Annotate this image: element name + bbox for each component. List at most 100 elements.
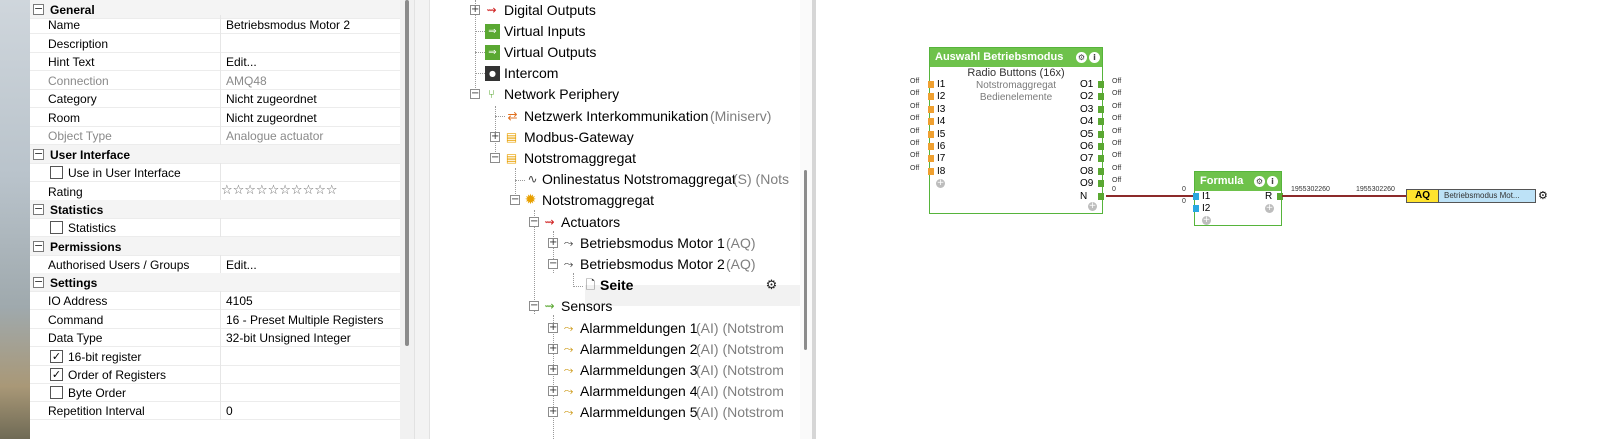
scrollbar-thumb[interactable] <box>804 170 807 350</box>
input-pin-marker[interactable] <box>928 105 934 113</box>
database-icon: ▤ <box>505 151 518 165</box>
prop-row-hint[interactable]: Hint Text Edit... <box>30 52 400 71</box>
add-input-icon[interactable]: + <box>936 179 945 188</box>
add-input-icon[interactable]: + <box>1202 216 1211 225</box>
input-pin-marker[interactable] <box>928 118 934 126</box>
section-permissions[interactable]: − Permissions <box>30 237 400 256</box>
output-pin-marker[interactable] <box>1098 180 1104 188</box>
prop-value[interactable]: 32-bit Unsigned Integer <box>226 331 351 345</box>
use-in-ui-checkbox[interactable] <box>50 166 63 179</box>
output-pin-marker[interactable] <box>1098 130 1104 138</box>
prop-value[interactable]: 16 - Preset Multiple Registers <box>226 313 383 327</box>
expand-icon[interactable]: + <box>470 5 480 15</box>
radio-buttons-block[interactable]: Auswahl Betriebsmodus ⚙ i Radio Buttons … <box>928 47 1104 214</box>
input-pin-marker[interactable] <box>928 81 934 88</box>
collapse-icon[interactable]: − <box>510 195 520 205</box>
tree-sublabel: (AI) (Notstrom <box>696 383 784 399</box>
gear-icon[interactable]: ⚙ <box>1076 52 1087 63</box>
prop-row-repetition-interval[interactable]: Repetition Interval 0 <box>30 401 400 420</box>
prop-value[interactable]: Nicht zugeordnet <box>226 111 317 125</box>
prop-row-use-in-ui[interactable]: Use in User Interface <box>30 163 400 182</box>
gear-icon[interactable]: ⚙ <box>1254 176 1265 187</box>
prop-row-byte-order[interactable]: Byte Order <box>30 383 400 402</box>
expand-icon[interactable]: + <box>548 386 558 396</box>
collapse-icon[interactable]: − <box>548 259 558 269</box>
output-pin-marker[interactable] <box>1098 192 1104 200</box>
prop-row-io-address[interactable]: IO Address 4105 <box>30 291 400 310</box>
collapse-icon[interactable]: − <box>33 240 44 252</box>
output-pin-marker[interactable] <box>1098 93 1104 101</box>
prop-row-name[interactable]: Name Betriebsmodus Motor 2 <box>30 15 400 34</box>
info-icon[interactable]: i <box>1267 176 1278 187</box>
expand-icon[interactable]: + <box>548 344 558 354</box>
prop-row-room[interactable]: Room Nicht zugeordnet <box>30 108 400 127</box>
collapse-icon[interactable]: − <box>33 203 44 215</box>
prop-value[interactable]: Edit... <box>226 258 257 272</box>
prop-label: Order of Registers <box>68 368 167 382</box>
prop-row-order-of-registers[interactable]: ✓ Order of Registers <box>30 365 400 384</box>
output-pin-marker[interactable] <box>1098 167 1104 175</box>
statistics-checkbox[interactable] <box>50 221 63 234</box>
tree-scrollbar[interactable] <box>800 0 812 439</box>
expand-icon[interactable]: + <box>548 365 558 375</box>
gear-icon[interactable]: ⚙ <box>764 278 779 293</box>
output-pin-marker[interactable] <box>1098 155 1104 163</box>
prop-row-statistics[interactable]: Statistics <box>30 218 400 237</box>
output-pin-marker[interactable] <box>1098 81 1104 88</box>
section-user-interface[interactable]: − User Interface <box>30 145 400 164</box>
input-pin-marker[interactable] <box>928 167 934 175</box>
prop-value[interactable]: 4105 <box>226 294 253 308</box>
expand-icon[interactable]: + <box>490 132 500 142</box>
expand-icon[interactable]: + <box>548 407 558 417</box>
gear-icon[interactable]: ⚙ <box>1538 189 1550 203</box>
properties-scrollbar[interactable] <box>400 0 414 439</box>
add-output-icon[interactable]: + <box>1088 202 1097 211</box>
byte-order-checkbox[interactable] <box>50 386 63 399</box>
scrollbar-thumb[interactable] <box>405 0 409 346</box>
order-of-registers-checkbox[interactable]: ✓ <box>50 368 63 381</box>
16bit-register-checkbox[interactable]: ✓ <box>50 350 63 363</box>
analog-output-block[interactable]: AQ Betriebsmodus Mot... <box>1406 189 1536 203</box>
properties-panel: − General Name Betriebsmodus Motor 2 Des… <box>30 0 400 439</box>
prop-row-16bit-register[interactable]: ✓ 16-bit register <box>30 347 400 366</box>
collapse-icon[interactable]: − <box>470 89 480 99</box>
prop-value[interactable]: 0 <box>226 404 233 418</box>
info-icon[interactable]: i <box>1089 52 1100 63</box>
input-pin-marker[interactable] <box>1193 193 1199 200</box>
output-pin-marker[interactable] <box>1098 143 1104 150</box>
add-output-icon[interactable]: + <box>1265 204 1274 213</box>
prop-value[interactable]: Nicht zugeordnet <box>226 92 317 106</box>
input-pin-marker[interactable] <box>1193 205 1199 212</box>
collapse-icon[interactable]: − <box>529 217 539 227</box>
prop-value[interactable]: Betriebsmodus Motor 2 <box>226 18 350 32</box>
connection-wire[interactable] <box>1282 195 1406 197</box>
collapse-icon[interactable]: − <box>529 301 539 311</box>
formula-block[interactable]: Formula ⚙ i I1 I2 + R + <box>1193 171 1283 226</box>
collapse-icon[interactable]: − <box>490 153 500 163</box>
pin-label: I1 <box>937 79 946 90</box>
rating-stars-icon[interactable]: ☆☆☆☆☆☆☆☆☆☆ <box>221 183 338 198</box>
logic-canvas[interactable]: Auswahl Betriebsmodus ⚙ i Radio Buttons … <box>816 0 1623 439</box>
collapse-icon[interactable]: − <box>33 3 44 15</box>
collapse-icon[interactable]: − <box>33 276 44 288</box>
prop-row-command[interactable]: Command 16 - Preset Multiple Registers <box>30 310 400 329</box>
analog-output-icon: ⤳ <box>563 236 574 250</box>
input-pin-marker[interactable] <box>928 155 934 163</box>
expand-icon[interactable]: + <box>548 323 558 333</box>
output-pin-marker[interactable] <box>1098 118 1104 126</box>
input-pin-marker[interactable] <box>928 93 934 101</box>
prop-row-category[interactable]: Category Nicht zugeordnet <box>30 89 400 108</box>
prop-row-description[interactable]: Description <box>30 34 400 53</box>
output-pin-marker[interactable] <box>1098 105 1104 113</box>
prop-row-data-type[interactable]: Data Type 32-bit Unsigned Integer <box>30 328 400 347</box>
section-statistics[interactable]: − Statistics <box>30 200 400 219</box>
expand-icon[interactable]: + <box>548 238 558 248</box>
collapse-icon[interactable]: − <box>33 148 44 160</box>
input-pin-marker[interactable] <box>928 143 934 150</box>
prop-row-rating[interactable]: Rating ☆☆☆☆☆☆☆☆☆☆ <box>30 182 400 201</box>
section-settings[interactable]: − Settings <box>30 273 400 292</box>
input-pin-marker[interactable] <box>928 130 934 138</box>
connection-wire[interactable] <box>1106 195 1194 197</box>
prop-value[interactable]: Edit... <box>226 55 257 69</box>
prop-row-authorised-users[interactable]: Authorised Users / Groups Edit... <box>30 255 400 274</box>
